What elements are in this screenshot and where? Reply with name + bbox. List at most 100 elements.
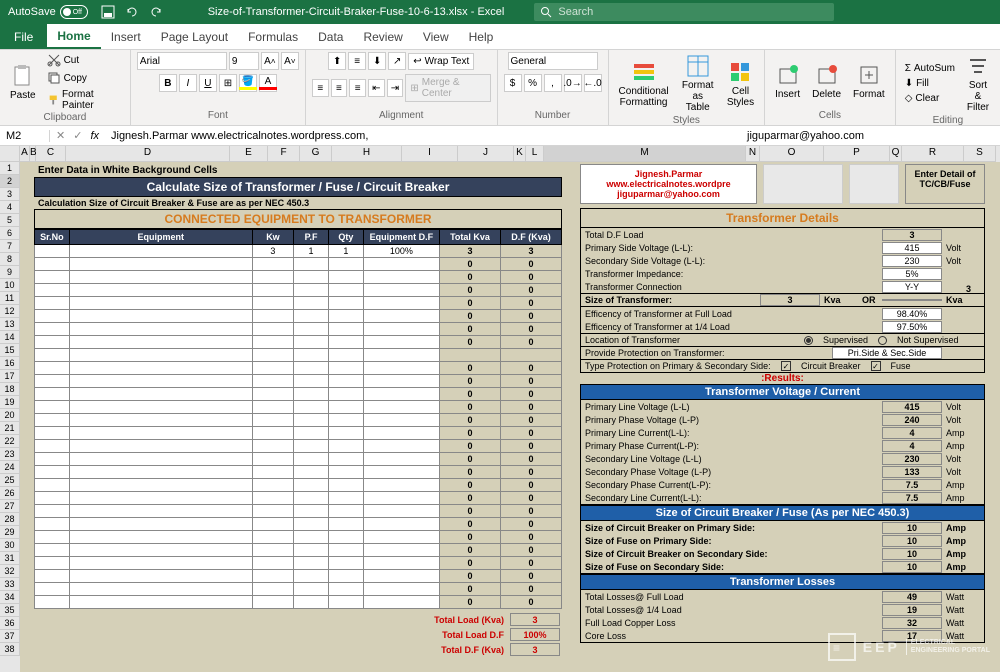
col-header-C[interactable]: C	[36, 146, 66, 162]
protection-value[interactable]: Pri.Side & Sec.Side	[832, 347, 942, 359]
row-header-4[interactable]: 4	[0, 201, 20, 214]
format-painter-button[interactable]: Format Painter	[44, 88, 124, 112]
col-header-E[interactable]: E	[230, 146, 268, 162]
row-header-33[interactable]: 33	[0, 578, 20, 591]
col-header-S[interactable]: S	[964, 146, 996, 162]
row-header-14[interactable]: 14	[0, 331, 20, 344]
fx-icon[interactable]: fx	[90, 130, 99, 142]
fill-button[interactable]: ⬇Fill	[902, 77, 958, 90]
row-header-3[interactable]: 3	[0, 188, 20, 201]
menu-file[interactable]: File	[0, 24, 47, 49]
menu-insert[interactable]: Insert	[101, 24, 151, 49]
row-header-26[interactable]: 26	[0, 487, 20, 500]
col-header-I[interactable]: I	[402, 146, 458, 162]
col-header-F[interactable]: F	[268, 146, 300, 162]
col-header-H[interactable]: H	[332, 146, 402, 162]
row-header-19[interactable]: 19	[0, 396, 20, 409]
col-header-J[interactable]: J	[458, 146, 514, 162]
align-center-icon[interactable]: ≡	[331, 79, 348, 97]
font-size-select[interactable]	[229, 52, 259, 70]
autosave-control[interactable]: AutoSave Off	[0, 5, 96, 19]
formula-text-right[interactable]: jiguparmar@yahoo.com	[747, 130, 864, 142]
col-header-R[interactable]: R	[902, 146, 964, 162]
indent-right-icon[interactable]: ⇥	[387, 79, 404, 97]
conditional-formatting-button[interactable]: Conditional Formatting	[615, 58, 673, 110]
row-header-37[interactable]: 37	[0, 630, 20, 643]
sort-filter-button[interactable]: Sort & Filter	[962, 52, 994, 115]
row-header-23[interactable]: 23	[0, 448, 20, 461]
supervised-radio[interactable]	[804, 336, 813, 345]
row-header-7[interactable]: 7	[0, 240, 20, 253]
col-header-D[interactable]: D	[66, 146, 230, 162]
orientation-icon[interactable]: ↗	[388, 52, 406, 70]
format-table-button[interactable]: Format as Table	[677, 52, 719, 115]
percent-icon[interactable]: %	[524, 74, 542, 92]
align-middle-icon[interactable]: ≡	[348, 52, 366, 70]
col-header-Q[interactable]: Q	[890, 146, 902, 162]
sheet-content[interactable]: Enter Data in White Background Cells Cal…	[20, 162, 1000, 672]
font-family-select[interactable]	[137, 52, 227, 70]
col-header-K[interactable]: K	[514, 146, 526, 162]
row-header-27[interactable]: 27	[0, 500, 20, 513]
number-format-select[interactable]	[508, 52, 598, 70]
menu-view[interactable]: View	[413, 24, 459, 49]
redo-icon[interactable]	[148, 4, 164, 20]
row-header-35[interactable]: 35	[0, 604, 20, 617]
autosave-toggle[interactable]: Off	[60, 5, 88, 19]
menu-data[interactable]: Data	[308, 24, 353, 49]
cb-checkbox[interactable]: ✓	[781, 361, 791, 371]
fuse-checkbox[interactable]: ✓	[871, 361, 881, 371]
increase-font-icon[interactable]: A˄	[261, 52, 279, 70]
menu-formulas[interactable]: Formulas	[238, 24, 308, 49]
cut-button[interactable]: Cut	[44, 52, 124, 68]
row-header-29[interactable]: 29	[0, 526, 20, 539]
row-header-34[interactable]: 34	[0, 591, 20, 604]
cell-styles-button[interactable]: Cell Styles	[723, 58, 758, 110]
row-header-17[interactable]: 17	[0, 370, 20, 383]
col-header-P[interactable]: P	[824, 146, 890, 162]
row-header-5[interactable]: 5	[0, 214, 20, 227]
row-header-21[interactable]: 21	[0, 422, 20, 435]
paste-button[interactable]: Paste	[6, 62, 40, 103]
fill-color-button[interactable]: 🪣	[239, 74, 257, 92]
decrease-font-icon[interactable]: A˅	[281, 52, 299, 70]
align-left-icon[interactable]: ≡	[312, 79, 329, 97]
wrap-text-button[interactable]: ↩Wrap Text	[408, 53, 474, 70]
row-header-12[interactable]: 12	[0, 305, 20, 318]
row-header-9[interactable]: 9	[0, 266, 20, 279]
row-header-2[interactable]: 2	[0, 175, 20, 188]
decrease-decimal-icon[interactable]: ←.0	[584, 74, 602, 92]
row-header-16[interactable]: 16	[0, 357, 20, 370]
formula-text-left[interactable]: Jignesh.Parmar www.electricalnotes.wordp…	[111, 130, 368, 142]
row-header-22[interactable]: 22	[0, 435, 20, 448]
row-header-15[interactable]: 15	[0, 344, 20, 357]
delete-cell-button[interactable]: Delete	[808, 61, 845, 102]
insert-cell-button[interactable]: Insert	[771, 61, 804, 102]
col-header-G[interactable]: G	[300, 146, 332, 162]
row-header-6[interactable]: 6	[0, 227, 20, 240]
font-color-button[interactable]: A	[259, 74, 277, 92]
menu-home[interactable]: Home	[47, 24, 100, 49]
format-cell-button[interactable]: Format	[849, 61, 889, 102]
col-header-A[interactable]: A	[20, 146, 30, 162]
underline-button[interactable]: U	[199, 74, 217, 92]
increase-decimal-icon[interactable]: .0→	[564, 74, 582, 92]
comma-icon[interactable]: ,	[544, 74, 562, 92]
size-override-input[interactable]	[882, 299, 942, 301]
currency-icon[interactable]: $	[504, 74, 522, 92]
undo-icon[interactable]	[124, 4, 140, 20]
row-header-30[interactable]: 30	[0, 539, 20, 552]
save-icon[interactable]	[100, 4, 116, 20]
row-header-38[interactable]: 38	[0, 643, 20, 656]
menu-review[interactable]: Review	[353, 24, 412, 49]
row-header-11[interactable]: 11	[0, 292, 20, 305]
clear-button[interactable]: ◇Clear	[902, 92, 958, 105]
col-header-M[interactable]: M	[544, 146, 746, 162]
align-top-icon[interactable]: ⬆	[328, 52, 346, 70]
italic-button[interactable]: I	[179, 74, 197, 92]
indent-left-icon[interactable]: ⇤	[368, 79, 385, 97]
row-header-28[interactable]: 28	[0, 513, 20, 526]
menu-help[interactable]: Help	[459, 24, 504, 49]
row-header-1[interactable]: 1	[0, 162, 20, 175]
cancel-formula-icon[interactable]: ✕	[56, 129, 65, 142]
